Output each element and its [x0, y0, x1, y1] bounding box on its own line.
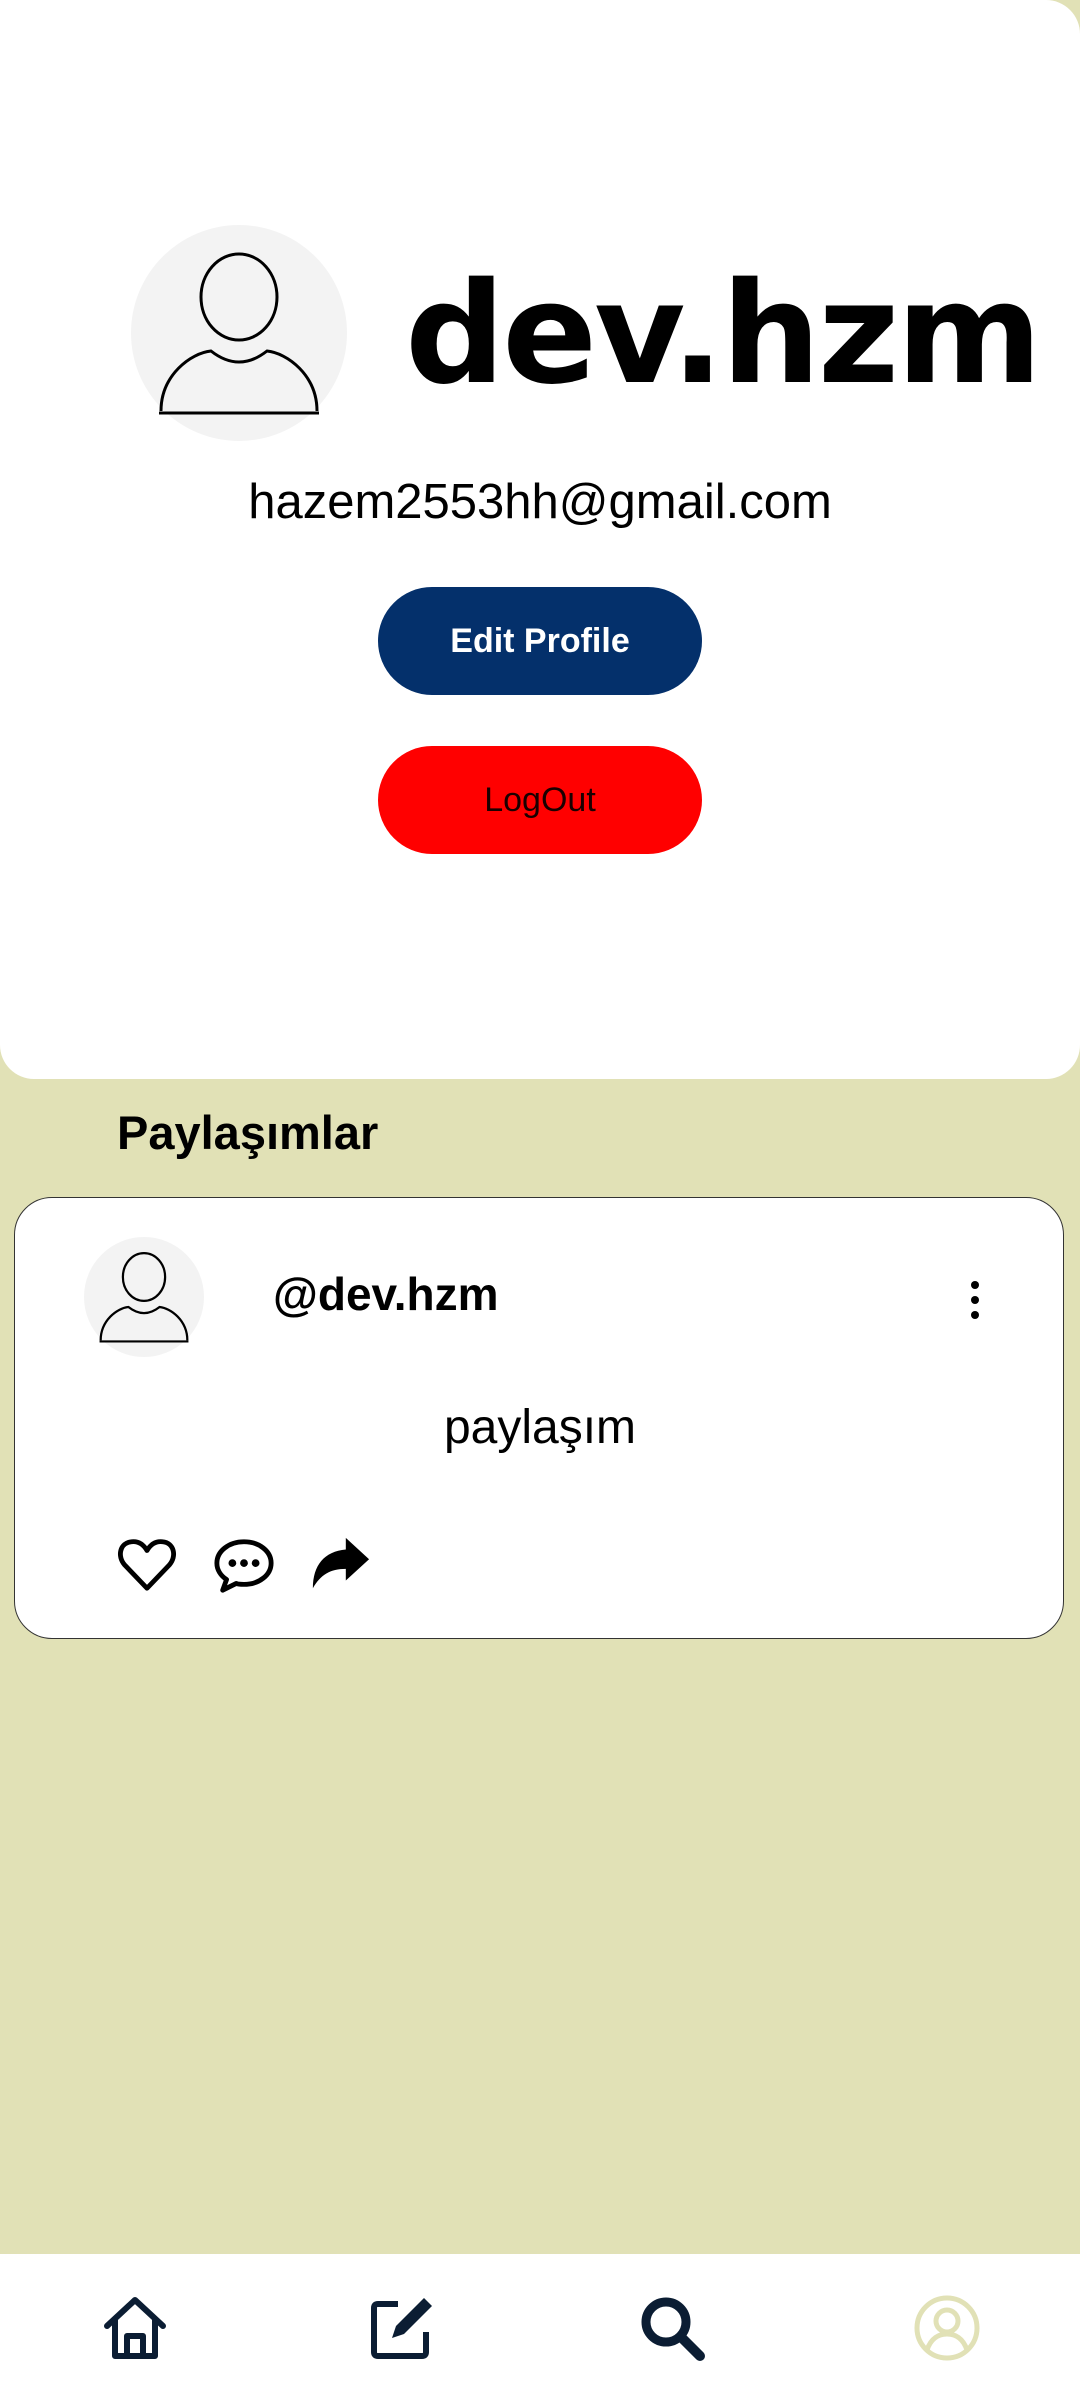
edit-icon[interactable]: [368, 2294, 436, 2362]
search-icon[interactable]: [638, 2294, 706, 2362]
post-author: @dev.hzm: [273, 1268, 499, 1320]
logout-button[interactable]: LogOut: [378, 746, 702, 854]
user-avatar-icon: [159, 252, 319, 415]
posts-section-title: Paylaşımlar: [117, 1106, 379, 1159]
comment-icon[interactable]: [213, 1534, 275, 1596]
bottom-navigation: [0, 2254, 1080, 2400]
post-card[interactable]: @dev.hzm paylaşım: [14, 1197, 1064, 1639]
avatar[interactable]: [131, 225, 347, 441]
home-icon[interactable]: [101, 2294, 169, 2362]
profile-email: hazem2553hh@gmail.com: [248, 475, 832, 529]
profile-username: dev.hzm: [405, 253, 1042, 416]
user-avatar-icon: [99, 1252, 189, 1343]
post-avatar[interactable]: [84, 1237, 204, 1357]
post-text: paylaşım: [443, 1401, 637, 1454]
heart-icon[interactable]: [116, 1534, 178, 1596]
edit-profile-button[interactable]: Edit Profile: [378, 587, 702, 695]
profile-card: dev.hzm hazem2553hh@gmail.com Edit Profi…: [0, 0, 1080, 1079]
profile-icon[interactable]: [913, 2294, 981, 2362]
more-vertical-icon[interactable]: [963, 1280, 987, 1320]
share-icon[interactable]: [309, 1534, 371, 1596]
